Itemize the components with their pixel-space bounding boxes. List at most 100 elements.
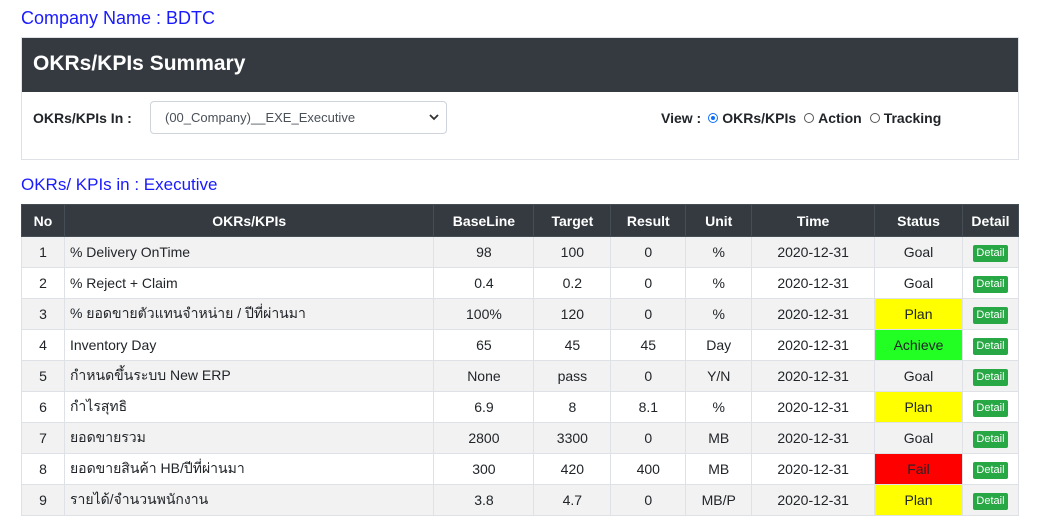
- header-result: Result: [610, 204, 687, 237]
- cell-target: 8: [533, 391, 612, 423]
- cell-baseline: 0.4: [433, 267, 535, 299]
- cell-time: 2020-12-31: [751, 484, 876, 516]
- cell-kpi: รายได้/จำนวนพนักงาน: [63, 484, 435, 516]
- cell-time: 2020-12-31: [751, 298, 876, 330]
- cell-baseline: None: [433, 360, 535, 392]
- header-detail: Detail: [961, 204, 1020, 237]
- cell-target: 4.7: [533, 484, 612, 516]
- filter-row: OKRs/KPIs In : (00_Company)__EXE_Executi…: [22, 92, 1018, 160]
- view-radio-group: View : OKRs/KPIs Action Tracking: [661, 110, 949, 126]
- cell-no: 8: [21, 453, 65, 485]
- cell-target: 100: [533, 236, 612, 268]
- view-option-label: Action: [818, 110, 862, 126]
- cell-no: 7: [21, 422, 65, 454]
- cell-unit: Y/N: [685, 360, 753, 392]
- cell-unit: %: [685, 391, 753, 423]
- table-row: 7 ยอดขายรวม 2800 3300 0 MB 2020-12-31 Goal Detai…: [21, 422, 1020, 454]
- section-subtitle: OKRs/ KPIs in : Executive: [21, 175, 218, 194]
- detail-button[interactable]: Detail: [973, 244, 1008, 262]
- cell-kpi: Inventory Day: [63, 329, 435, 361]
- chevron-down-icon: [428, 102, 440, 145]
- view-option-action[interactable]: Action: [804, 110, 862, 126]
- cell-target: 420: [533, 453, 612, 485]
- cell-baseline: 300: [433, 453, 535, 485]
- detail-button[interactable]: Detail: [973, 306, 1008, 324]
- cell-detail: Detail: [961, 422, 1020, 454]
- detail-button[interactable]: Detail: [973, 275, 1008, 293]
- cell-no: 5: [21, 360, 65, 392]
- radio-unchecked-icon[interactable]: [804, 113, 815, 123]
- cell-no: 2: [21, 267, 65, 299]
- cell-result: 0: [610, 267, 687, 299]
- cell-unit: MB: [685, 422, 753, 454]
- cell-baseline: 100%: [433, 298, 535, 330]
- cell-target: 120: [533, 298, 612, 330]
- cell-detail: Detail: [961, 267, 1020, 299]
- cell-kpi: % Reject + Claim: [63, 267, 435, 299]
- detail-button[interactable]: Detail: [973, 399, 1008, 417]
- cell-no: 1: [21, 236, 65, 268]
- cell-status: Plan: [874, 298, 963, 330]
- cell-time: 2020-12-31: [751, 360, 876, 392]
- okrs-kpis-select[interactable]: (00_Company)__EXE_Executive: [150, 101, 447, 134]
- detail-button[interactable]: Detail: [973, 337, 1008, 355]
- cell-baseline: 98: [433, 236, 535, 268]
- header-kpi: OKRs/KPIs: [63, 204, 435, 237]
- company-name: Company Name : BDTC: [21, 8, 216, 28]
- header-baseline: BaseLine: [433, 204, 535, 237]
- cell-status: Fail: [874, 453, 963, 485]
- cell-result: 0: [610, 236, 687, 268]
- table-row: 3% ยอดขายตัวแทนจำหน่าย / ปีที่ผ่านมา 100%…: [21, 298, 1020, 330]
- table-row: 2% Reject + Claim 0.4 0.2 0% 2020-12-31 Goal D…: [21, 267, 1020, 299]
- cell-detail: Detail: [961, 236, 1020, 268]
- cell-unit: Day: [685, 329, 753, 361]
- cell-detail: Detail: [961, 298, 1020, 330]
- detail-button[interactable]: Detail: [973, 368, 1008, 386]
- cell-time: 2020-12-31: [751, 329, 876, 361]
- table-row: 6 กำไรสุทธิ 6.9 8 8.1% 2020-12-31 Plan Detail: [21, 391, 1020, 423]
- cell-result: 0: [610, 360, 687, 392]
- header-no: No: [21, 204, 65, 237]
- radio-checked-icon[interactable]: [708, 113, 719, 123]
- cell-unit: MB: [685, 453, 753, 485]
- header-target: Target: [533, 204, 612, 237]
- cell-time: 2020-12-31: [751, 236, 876, 268]
- table-row: 1% Delivery OnTime 98 100 0% 2020-12-31 Goal D…: [21, 236, 1020, 268]
- table-header-row: No OKRs/KPIs BaseLine Target Result Unit…: [21, 204, 1020, 237]
- cell-detail: Detail: [961, 484, 1020, 516]
- cell-status: Plan: [874, 484, 963, 516]
- cell-status: Plan: [874, 391, 963, 423]
- cell-baseline: 6.9: [433, 391, 535, 423]
- summary-panel: OKRs/KPIs Summary OKRs/KPIs In : (00_Com…: [21, 37, 1019, 160]
- cell-status: Goal: [874, 267, 963, 299]
- cell-kpi: ยอดขายรวม: [63, 422, 435, 454]
- cell-result: 0: [610, 298, 687, 330]
- cell-status: Goal: [874, 422, 963, 454]
- cell-no: 4: [21, 329, 65, 361]
- cell-kpi: กำไรสุทธิ: [63, 391, 435, 423]
- table-row: 4 Inventory Day 65 45 45 Day 2020-12-31 Achieve…: [21, 329, 1020, 361]
- cell-kpi: กำหนดขึ้นระบบ New ERP: [63, 360, 435, 392]
- cell-status: Achieve: [874, 329, 963, 361]
- cell-time: 2020-12-31: [751, 391, 876, 423]
- detail-button[interactable]: Detail: [973, 461, 1008, 479]
- view-option-tracking[interactable]: Tracking: [869, 110, 941, 126]
- view-option-label: OKRs/KPIs: [722, 110, 797, 126]
- cell-kpi: ยอดขายสินค้า HB/ปีที่ผ่านมา: [63, 453, 435, 485]
- cell-unit: %: [685, 236, 753, 268]
- detail-button[interactable]: Detail: [973, 492, 1008, 510]
- cell-target: 45: [533, 329, 612, 361]
- cell-no: 6: [21, 391, 65, 423]
- radio-unchecked-icon[interactable]: [869, 113, 880, 123]
- kpi-table: No OKRs/KPIs BaseLine Target Result Unit…: [21, 204, 1020, 516]
- cell-target: 0.2: [533, 267, 612, 299]
- detail-button[interactable]: Detail: [973, 430, 1008, 448]
- view-label: View :: [661, 110, 702, 126]
- table-row: 9 รายได้/จำนวนพนักงาน 3.8 4.7 0 MB/P 2020-12-3…: [21, 484, 1020, 516]
- cell-result: 400: [610, 453, 687, 485]
- cell-baseline: 2800: [433, 422, 535, 454]
- filter-label: OKRs/KPIs In :: [33, 110, 132, 126]
- cell-kpi: % ยอดขายตัวแทนจำหน่าย / ปีที่ผ่านมา: [63, 298, 435, 330]
- view-option-okrs-kpis[interactable]: OKRs/KPIs: [708, 110, 796, 126]
- cell-baseline: 3.8: [433, 484, 535, 516]
